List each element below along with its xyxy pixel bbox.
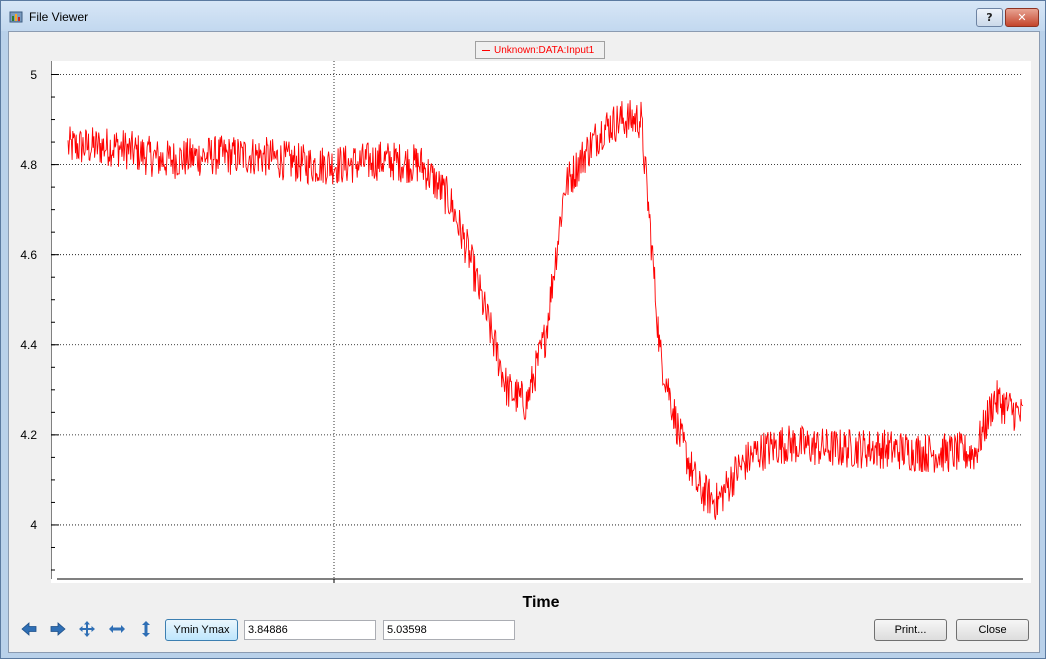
legend-swatch — [482, 49, 490, 51]
window-title: File Viewer — [29, 10, 89, 24]
print-button[interactable]: Print... — [874, 619, 947, 641]
y-tick-label: 5 — [30, 67, 37, 82]
x-axis-label: Time — [522, 594, 560, 611]
plot-area[interactable] — [51, 61, 1031, 583]
close-button[interactable]: Close — [956, 619, 1029, 641]
horizontal-zoom-icon[interactable] — [108, 620, 126, 638]
chart-legend[interactable]: Unknown:DATA:Input1 — [475, 41, 605, 59]
series-line — [67, 100, 1024, 520]
help-button[interactable]: ? — [976, 8, 1003, 27]
file-viewer-window: File Viewer ? ✕ Unknown:DATA:Input1 4 4.2… — [0, 0, 1046, 659]
ymax-input[interactable] — [383, 620, 515, 640]
y-tick-label: 4.2 — [20, 427, 37, 442]
window-close-button[interactable]: ✕ — [1005, 8, 1039, 27]
y-tick-label: 4.4 — [20, 337, 37, 352]
vertical-zoom-icon[interactable] — [137, 620, 155, 638]
ymin-ymax-button[interactable]: Ymin Ymax — [165, 619, 238, 641]
y-tick-label: 4.6 — [20, 247, 37, 262]
app-icon — [9, 11, 23, 23]
arrow-right-icon[interactable] — [49, 620, 67, 638]
pan-icon[interactable] — [78, 620, 96, 638]
title-bar[interactable]: File Viewer ? ✕ — [1, 1, 1045, 31]
legend-label: Unknown:DATA:Input1 — [494, 44, 595, 56]
arrow-left-icon[interactable] — [20, 620, 38, 638]
ymin-input[interactable] — [244, 620, 376, 640]
y-tick-label: 4.8 — [20, 157, 37, 172]
help-icon: ? — [986, 11, 993, 24]
y-tick-label: 4 — [30, 517, 37, 532]
close-icon: ✕ — [1017, 11, 1027, 24]
